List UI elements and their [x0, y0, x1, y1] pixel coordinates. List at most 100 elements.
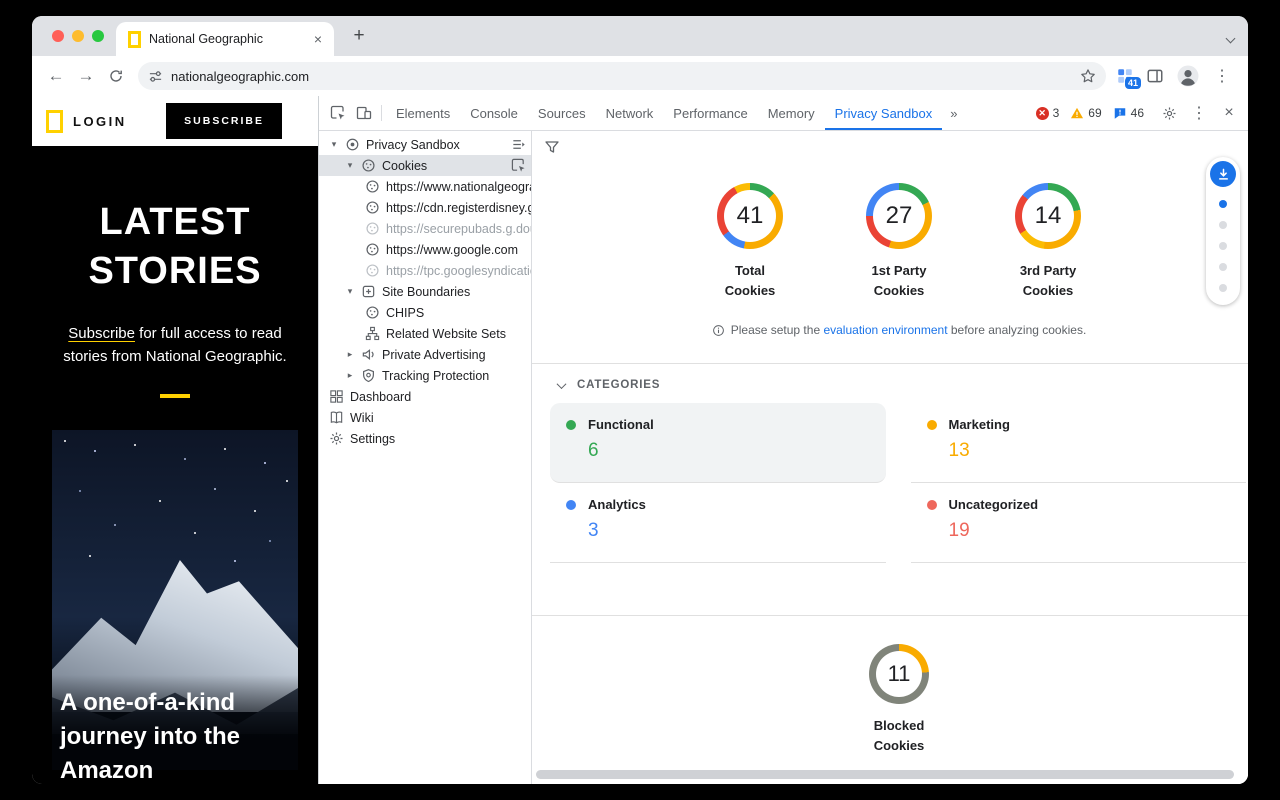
collapse-chevron-icon[interactable] — [557, 379, 567, 389]
browser-window: National Geographic × + ← → nationalgeog… — [32, 16, 1248, 784]
category-marketing[interactable]: Marketing 13 — [911, 403, 1247, 483]
tree-item-origin[interactable]: https://www.nationalgeographic.com — [319, 176, 531, 197]
minimize-window-button[interactable] — [72, 30, 84, 42]
tab-sources[interactable]: Sources — [528, 96, 596, 130]
story-caption[interactable]: A one-of-a-kind journey into the Amazon — [60, 686, 298, 784]
side-panel-icon[interactable] — [1146, 67, 1164, 85]
privacy-sandbox-tree: ▾ Privacy Sandbox ▾ Cookies https://www.… — [319, 131, 532, 784]
issues-badge[interactable]: 46 — [1113, 106, 1144, 120]
tree-item-tracking-protection[interactable]: ▸ Tracking Protection — [319, 365, 531, 386]
expander-icon[interactable]: ▾ — [329, 139, 339, 150]
tab-performance[interactable]: Performance — [663, 96, 757, 130]
tree-item-cookies[interactable]: ▾ Cookies — [319, 155, 531, 176]
expander-icon[interactable]: ▸ — [345, 370, 355, 381]
devtools-close-icon[interactable]: × — [1216, 100, 1242, 126]
privacy-sandbox-extension-button[interactable]: 41 — [1116, 67, 1134, 85]
filter-icon[interactable] — [544, 139, 560, 155]
browser-menu-icon[interactable]: ⋮ — [1212, 66, 1232, 86]
setup-info-note: Please setup the evaluation environment … — [550, 323, 1248, 337]
more-tabs-icon[interactable]: » — [942, 106, 965, 121]
category-functional[interactable]: Functional 6 — [550, 403, 886, 483]
nav-dot[interactable] — [1219, 242, 1227, 250]
natgeo-page: LOGIN SUBSCRIBE LATEST STORIES Subscribe… — [32, 96, 318, 784]
fullscreen-window-button[interactable] — [92, 30, 104, 42]
new-tab-button[interactable]: + — [346, 23, 372, 49]
category-analytics[interactable]: Analytics 3 — [550, 483, 886, 563]
nav-dot-active[interactable] — [1219, 200, 1227, 208]
devtools-settings-icon[interactable] — [1156, 100, 1182, 126]
tracking-protection-shield-icon — [361, 368, 376, 383]
tree-item-private-advertising[interactable]: ▸ Private Advertising — [319, 344, 531, 365]
tree-item-dashboard[interactable]: Dashboard — [319, 386, 531, 407]
nav-dot[interactable] — [1219, 221, 1227, 229]
category-uncategorized[interactable]: Uncategorized 19 — [911, 483, 1247, 563]
promo-text: Subscribe for full access to read storie… — [52, 322, 298, 368]
toolbar-extensions: 41 ⋮ — [1116, 64, 1232, 88]
tab-privacy-sandbox[interactable]: Privacy Sandbox — [825, 96, 943, 130]
tree-item-settings[interactable]: Settings — [319, 428, 531, 449]
expander-icon[interactable]: ▸ — [345, 349, 355, 360]
tab-network[interactable]: Network — [596, 96, 664, 130]
devtools-toolbar: Elements Console Sources Network Perform… — [319, 96, 1248, 131]
cookie-icon — [361, 158, 376, 173]
uncategorized-dot — [927, 500, 937, 510]
tree-item-origin[interactable]: https://www.google.com — [319, 239, 531, 260]
tab-elements[interactable]: Elements — [386, 96, 460, 130]
cookie-origin-icon — [365, 263, 380, 278]
devtools: Elements Console Sources Network Perform… — [318, 96, 1248, 784]
devtools-menu-icon[interactable]: ⋮ — [1186, 100, 1212, 126]
tab-memory[interactable]: Memory — [758, 96, 825, 130]
nav-dot[interactable] — [1219, 284, 1227, 292]
site-info-icon[interactable] — [148, 69, 163, 84]
tree-item-related-website-sets[interactable]: Related Website Sets — [319, 323, 531, 344]
tab-close-icon[interactable]: × — [310, 31, 326, 47]
tree-item-origin[interactable]: https://securepubads.g.doubleclick.net — [319, 218, 531, 239]
devtools-controls: ⋮ × — [1156, 100, 1242, 126]
login-link[interactable]: LOGIN — [73, 114, 127, 129]
forward-button[interactable]: → — [72, 62, 100, 90]
evaluation-environment-link[interactable]: evaluation environment — [823, 323, 947, 337]
reload-button[interactable] — [102, 62, 130, 90]
tree-item-privacy-sandbox[interactable]: ▾ Privacy Sandbox — [319, 134, 531, 155]
browser-tab[interactable]: National Geographic × — [116, 22, 334, 56]
expander-icon[interactable]: ▾ — [345, 160, 355, 171]
categories-header[interactable]: CATEGORIES — [558, 379, 1248, 391]
section-divider — [532, 615, 1248, 616]
tree-item-origin[interactable]: https://tpc.googlesyndication.com — [319, 260, 531, 281]
window-controls — [52, 30, 104, 42]
download-report-button[interactable] — [1210, 161, 1236, 187]
inspect-element-icon[interactable] — [325, 100, 351, 126]
element-picker-icon[interactable] — [511, 158, 527, 173]
bookmark-star-icon[interactable] — [1080, 68, 1096, 84]
collapse-sidebar-icon[interactable] — [511, 137, 527, 152]
devtools-tabs: Elements Console Sources Network Perform… — [386, 96, 942, 130]
tree-item-chips[interactable]: CHIPS — [319, 302, 531, 323]
back-button[interactable]: ← — [42, 62, 70, 90]
profile-avatar[interactable] — [1176, 64, 1200, 88]
warnings-badge[interactable]: 69 — [1070, 106, 1101, 120]
categories-grid: Functional 6 Marketing 13 — [550, 403, 1246, 563]
browser-toolbar: ← → nationalgeographic.com 41 ⋮ — [32, 56, 1248, 96]
tree-item-site-boundaries[interactable]: ▾ Site Boundaries — [319, 281, 531, 302]
horizontal-scrollbar[interactable] — [536, 770, 1234, 779]
cookie-donut-charts: 41 TotalCookies 27 1st PartyCookies — [550, 183, 1248, 301]
download-icon — [1216, 167, 1231, 182]
errors-badge[interactable]: ✕3 — [1036, 106, 1060, 120]
subscribe-text-link[interactable]: Subscribe — [68, 325, 135, 342]
close-window-button[interactable] — [52, 30, 64, 42]
dashboard-grid-icon — [329, 389, 344, 404]
tab-search-chevron-icon[interactable] — [1227, 29, 1234, 47]
tab-title: National Geographic — [149, 32, 302, 46]
natgeo-logo[interactable] — [46, 110, 63, 133]
nav-dot[interactable] — [1219, 263, 1227, 271]
gear-icon — [329, 431, 344, 446]
device-toolbar-icon[interactable] — [351, 100, 377, 126]
address-bar[interactable]: nationalgeographic.com — [138, 62, 1106, 90]
tab-console[interactable]: Console — [460, 96, 528, 130]
tree-item-origin[interactable]: https://cdn.registerdisney.go.com — [319, 197, 531, 218]
tree-item-wiki[interactable]: Wiki — [319, 407, 531, 428]
console-status-badges: ✕3 69 46 — [1036, 106, 1144, 120]
first-party-cookies-donut: 27 — [866, 183, 932, 249]
subscribe-button[interactable]: SUBSCRIBE — [166, 103, 282, 139]
expander-icon[interactable]: ▾ — [345, 286, 355, 297]
